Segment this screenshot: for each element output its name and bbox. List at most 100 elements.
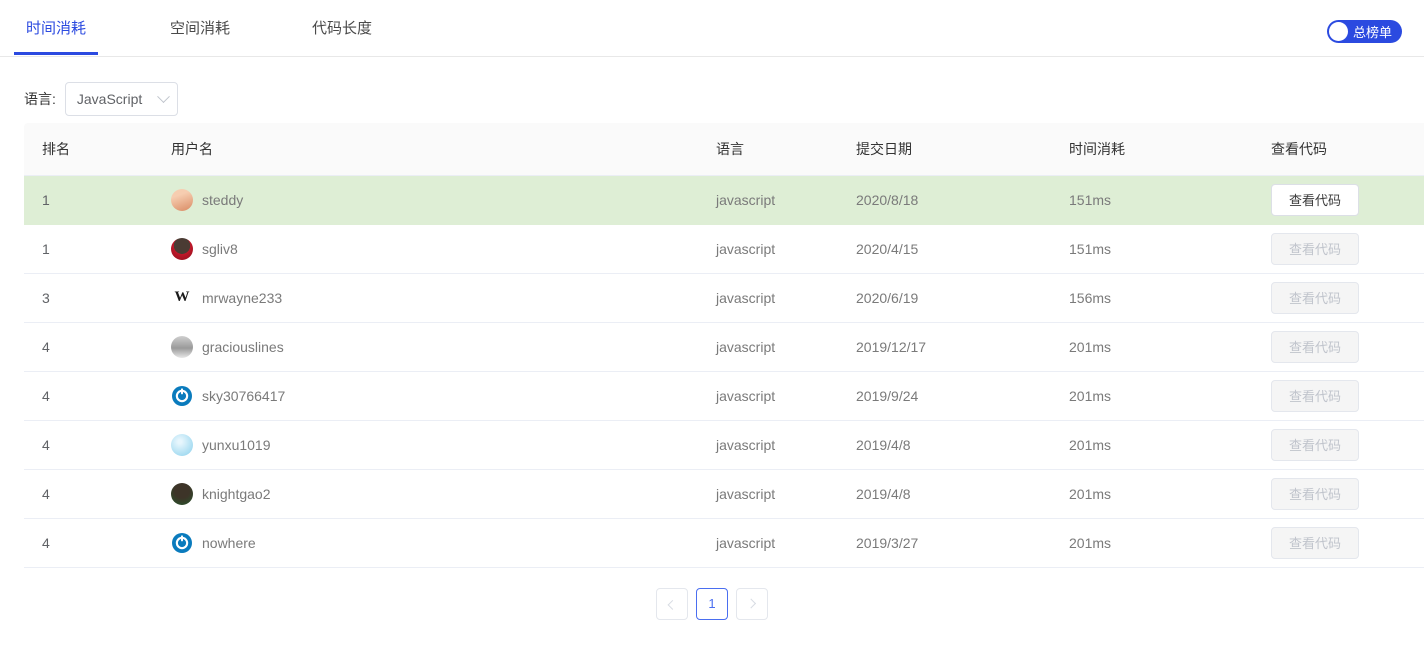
toggle-label: 总榜单 (1352, 25, 1392, 40)
avatar (171, 433, 193, 456)
username-label: steddy (202, 191, 244, 208)
cell-rank: 1 (24, 175, 171, 225)
username-label: knightgao2 (202, 485, 271, 502)
cell-username: nowhere (171, 531, 716, 554)
cell-rank: 4 (24, 469, 171, 519)
avatar (171, 237, 193, 260)
avatar (171, 335, 193, 358)
cell-rank: 4 (24, 371, 171, 421)
cell-time-consumption: 156ms (1069, 273, 1271, 323)
username-label: graciouslines (202, 338, 284, 355)
tab-code-length[interactable]: 代码长度 (296, 0, 388, 54)
avatar (171, 531, 193, 554)
table-row: 4 nowhere javascript 2019/3/27 201ms 查看代码 (24, 518, 1424, 568)
cell-username: knightgao2 (171, 482, 716, 505)
table-row: 4 graciouslines javascript 2019/12/17 201ms 查… (24, 322, 1424, 372)
tab-time-consumption[interactable]: 时间消耗 (10, 0, 102, 55)
cell-rank: 1 (24, 224, 171, 274)
table-row: 1 steddy javascript 2020/8/18 151ms 查看代码 (24, 175, 1424, 225)
table-header-row: 排名 用户名 语言 提交日期 时间消耗 查看代码 (24, 123, 1424, 176)
cell-rank: 4 (24, 322, 171, 372)
column-header-time-consumption: 时间消耗 (1069, 123, 1271, 176)
cell-submit-date: 2019/12/17 (856, 322, 1069, 372)
tab-label: 空间消耗 (170, 20, 231, 37)
cell-submit-date: 2019/3/27 (856, 518, 1069, 568)
language-filter-label: 语言: (24, 91, 56, 107)
cell-language: javascript (716, 224, 856, 274)
username-label: yunxu1019 (202, 436, 271, 453)
filter-row: 语言: JavaScript (0, 57, 1424, 119)
username-label: sgliv8 (202, 240, 238, 257)
ranking-table: 排名 用户名 语言 提交日期 时间消耗 查看代码 1 steddy javascri… (24, 123, 1424, 568)
cell-time-consumption: 151ms (1069, 224, 1271, 274)
view-code-button[interactable]: 查看代码 (1271, 428, 1359, 461)
pagination-next-button[interactable] (736, 587, 768, 620)
cell-time-consumption: 201ms (1069, 518, 1271, 568)
cell-rank: 4 (24, 420, 171, 470)
tab-label: 时间消耗 (26, 20, 87, 37)
username-label: mrwayne233 (202, 289, 283, 306)
chevron-left-icon (667, 599, 677, 610)
cell-submit-date: 2019/4/8 (856, 420, 1069, 470)
cell-rank: 3 (24, 273, 171, 323)
pagination-prev-button[interactable] (656, 587, 688, 620)
table-body: 1 steddy javascript 2020/8/18 151ms 查看代码 1 sgli… (24, 175, 1424, 568)
cell-time-consumption: 201ms (1069, 322, 1271, 372)
language-select[interactable]: JavaScript (64, 82, 178, 116)
view-code-button[interactable]: 查看代码 (1271, 183, 1359, 216)
cell-submit-date: 2019/9/24 (856, 371, 1069, 421)
cell-language: javascript (716, 420, 856, 470)
cell-language: javascript (716, 518, 856, 568)
cell-username: graciouslines (171, 335, 716, 358)
tab-bar: 时间消耗 空间消耗 代码长度 总榜单 (0, 0, 1424, 57)
cell-submit-date: 2020/6/19 (856, 273, 1069, 323)
cell-username: sky30766417 (171, 384, 716, 407)
language-select-value: JavaScript (76, 91, 143, 107)
cell-submit-date: 2020/8/18 (856, 175, 1069, 225)
cell-language: javascript (716, 371, 856, 421)
column-header-rank: 排名 (24, 123, 171, 176)
view-code-button[interactable]: 查看代码 (1271, 281, 1359, 314)
view-code-button[interactable]: 查看代码 (1271, 379, 1359, 412)
cell-rank: 4 (24, 518, 171, 568)
column-header-submit-date: 提交日期 (856, 123, 1069, 176)
username-label: sky30766417 (202, 387, 286, 404)
cell-username: yunxu1019 (171, 433, 716, 456)
view-code-button[interactable]: 查看代码 (1271, 330, 1359, 363)
chevron-down-icon (157, 89, 170, 103)
pagination-page-1[interactable]: 1 (696, 587, 728, 620)
table-row: 4 knightgao2 javascript 2019/4/8 201ms 查看代码 (24, 469, 1424, 519)
view-code-button[interactable]: 查看代码 (1271, 232, 1359, 265)
tab-label: 代码长度 (312, 20, 373, 37)
cell-language: javascript (716, 322, 856, 372)
toggle-knob-icon (1328, 22, 1348, 41)
cell-username: steddy (171, 188, 716, 211)
view-code-button[interactable]: 查看代码 (1271, 526, 1359, 559)
chevron-right-icon (745, 598, 756, 609)
cell-time-consumption: 201ms (1069, 371, 1271, 421)
avatar (171, 482, 193, 505)
cell-submit-date: 2019/4/8 (856, 469, 1069, 519)
tab-space-consumption[interactable]: 空间消耗 (154, 0, 246, 54)
column-header-language: 语言 (716, 123, 856, 176)
cell-language: javascript (716, 175, 856, 225)
avatar (171, 384, 193, 407)
view-code-button[interactable]: 查看代码 (1271, 477, 1359, 510)
table-row: 4 sky30766417 javascript 2019/9/24 201ms 查看代码 (24, 371, 1424, 421)
pagination: 1 (0, 587, 1424, 620)
avatar: W (174, 289, 190, 305)
cell-time-consumption: 151ms (1069, 175, 1271, 225)
column-header-view-code: 查看代码 (1271, 123, 1424, 176)
overall-ranking-toggle-wrap: 总榜单 (1326, 20, 1402, 43)
cell-username: Wmrwayne233 (171, 287, 716, 309)
cell-username: sgliv8 (171, 237, 716, 260)
table-row: 1 sgliv8 javascript 2020/4/15 151ms 查看代码 (24, 224, 1424, 274)
table-row: 3 Wmrwayne233 javascript 2020/6/19 156ms 查看代码 (24, 273, 1424, 323)
overall-ranking-toggle[interactable]: 总榜单 (1326, 20, 1402, 43)
column-header-username: 用户名 (171, 123, 716, 176)
table-row: 4 yunxu1019 javascript 2019/4/8 201ms 查看代码 (24, 420, 1424, 470)
avatar (171, 188, 193, 211)
username-label: nowhere (202, 534, 256, 551)
cell-time-consumption: 201ms (1069, 469, 1271, 519)
cell-time-consumption: 201ms (1069, 420, 1271, 470)
